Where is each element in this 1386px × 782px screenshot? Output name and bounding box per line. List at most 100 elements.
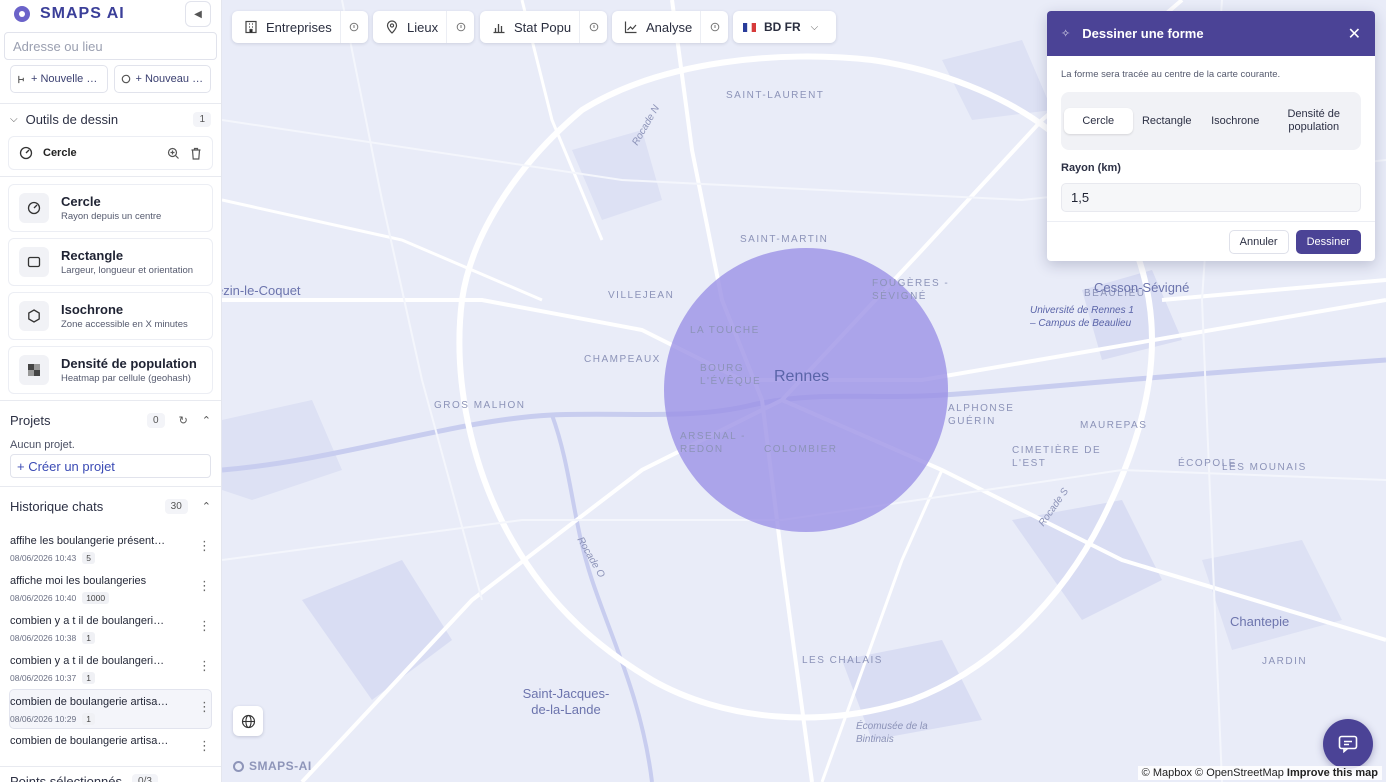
chat-title: affihe les boulangerie présent… (10, 535, 166, 547)
drawing-tools-title: Outils de dessin (25, 111, 119, 127)
bar-chart-icon (493, 24, 505, 34)
tool-circle[interactable]: Cercle Rayon depuis un centre (8, 184, 213, 232)
chat-history-item[interactable]: combien de boulangerie artisan… ⋮ (10, 729, 211, 769)
map-label: LA TOUCHE (690, 325, 760, 336)
logo-icon (233, 760, 244, 772)
chat-history-item[interactable]: affihe les boulangerie présent… 08/06/20… (10, 529, 211, 569)
more-options-icon[interactable]: ⋮ (198, 579, 211, 592)
drawn-shape-row[interactable]: Cercle (8, 136, 213, 170)
globe-icon (241, 714, 255, 728)
chat-history-item[interactable]: combien y a t il de boulangeri… 08/06/20… (10, 649, 211, 689)
map-label: FOUGÈRES - SÉVIGNÉ (872, 278, 950, 302)
base-label: BD FR (764, 20, 801, 34)
tool-rectangle[interactable]: Rectangle Largeur, longueur et orientatio… (8, 238, 213, 286)
chat-date: 08/06/2026 10:29 (10, 714, 77, 724)
map-label: ARSENAL - REDON (680, 431, 746, 455)
pin-icon[interactable] (579, 11, 607, 43)
more-options-icon[interactable]: ⋮ (198, 539, 211, 552)
tool-isochrone[interactable]: Isochrone Zone accessible en X minutes (8, 292, 213, 340)
radius-input[interactable]: 1,5 (1061, 183, 1361, 212)
town-label: Saint-Jacques-de-la-Lande (522, 686, 610, 717)
new-buttons-row: + Nouvelle … + Nouveau … (10, 65, 211, 93)
hexagon-tool-icon (19, 301, 49, 331)
trash-icon[interactable] (190, 147, 202, 160)
pin-icon[interactable] (700, 11, 728, 43)
chat-history-item[interactable]: combien y a t il de boulangeri… 08/06/20… (10, 609, 211, 649)
new-chat-button[interactable]: + Nouvelle … (10, 65, 108, 93)
more-options-icon[interactable]: ⋮ (198, 739, 211, 752)
circle-tool-icon (19, 193, 49, 223)
rectangle-tool-icon (19, 247, 49, 277)
chevron-down-icon: ⌵ (810, 21, 819, 33)
toolbar-analyse[interactable]: Analyse (612, 11, 729, 43)
projects-header[interactable]: Projets 0 ↻ ⌃ (0, 405, 221, 435)
map-label: CHAMPEAUX (584, 354, 661, 365)
globe-button[interactable] (233, 706, 263, 736)
chat-count-badge: 1 (82, 713, 95, 725)
radius-label: Rayon (km) (1061, 162, 1121, 174)
cancel-button[interactable]: Annuler (1228, 229, 1289, 254)
watermark-text: SMAPS-AI (249, 759, 312, 773)
osm-link[interactable]: © OpenStreetMap (1195, 767, 1284, 779)
map-pin-icon (386, 20, 398, 34)
chat-history-item[interactable]: affiche moi les boulangeries 08/06/2026 … (10, 569, 211, 609)
toolbar-stat-popu[interactable]: Stat Popu (480, 11, 608, 43)
city-label-rennes: Rennes (774, 368, 830, 385)
map-label: JARDIN (1262, 656, 1308, 667)
toolbar-entreprises[interactable]: Entreprises (232, 11, 368, 43)
toolbar-lieux[interactable]: Lieux (373, 11, 475, 43)
history-header[interactable]: Historique chats 30 ⌃ (0, 491, 221, 521)
dialog-title: Dessiner une forme (1082, 26, 1204, 41)
chevron-up-icon[interactable]: ⌃ (202, 500, 211, 513)
dialog-footer: Annuler Dessiner (1047, 221, 1375, 261)
divider (0, 400, 221, 401)
chat-date: 08/06/2026 10:40 (10, 593, 77, 603)
tool-subtitle: Heatmap par cellule (geohash) (61, 373, 191, 384)
chat-history-item-active[interactable]: combien de boulangerie artisan… 08/06/20… (9, 689, 212, 729)
town-label: ezin-le-Coquet (222, 283, 301, 298)
collapse-sidebar-button[interactable]: ◀ (185, 1, 211, 27)
improve-map-link[interactable]: Improve this map (1287, 767, 1378, 779)
chat-count-badge: 5 (82, 552, 95, 564)
selected-points-title: Points sélectionnés (10, 774, 123, 782)
open-chat-button[interactable] (1323, 719, 1373, 769)
projects-title: Projets (10, 412, 51, 428)
more-options-icon[interactable]: ⋮ (198, 619, 211, 632)
refresh-icon[interactable]: ↻ (179, 414, 188, 427)
more-options-icon[interactable]: ⋮ (198, 700, 211, 713)
address-search-input[interactable]: Adresse ou lieu (4, 32, 217, 60)
more-options-icon[interactable]: ⋮ (198, 659, 211, 672)
mapbox-link[interactable]: © Mapbox (1142, 767, 1192, 779)
draw-button[interactable]: Dessiner (1295, 229, 1361, 254)
drawing-tools-header[interactable]: ⌵ Outils de dessin 1 (0, 104, 221, 134)
pin-icon[interactable] (446, 11, 474, 43)
tool-density[interactable]: Densité de population Heatmap par cellule… (8, 346, 213, 394)
chat-date: 08/06/2026 10:38 (10, 633, 77, 643)
chat-count-badge: 1000 (82, 592, 110, 604)
drawn-shape-name: Cercle (43, 147, 77, 159)
selected-points-header[interactable]: Points sélectionnés 0/3 (0, 766, 221, 782)
base-selector[interactable]: BD FR ⌵ (733, 11, 837, 43)
new-project-button[interactable]: + Nouveau … (113, 65, 211, 93)
shape-option-circle[interactable]: Cercle (1064, 108, 1133, 134)
map-label: VILLEJEAN (608, 290, 675, 301)
chevron-down-icon: ⌵ (10, 113, 18, 125)
tool-title: Isochrone (61, 302, 124, 317)
toolbar-label: Stat Popu (514, 19, 572, 35)
history-count-badge: 30 (164, 498, 188, 514)
shape-option-rectangle[interactable]: Rectangle (1133, 108, 1202, 134)
shape-option-isochrone[interactable]: Isochrone (1201, 108, 1270, 134)
toolbar-label: Lieux (407, 19, 439, 35)
map-attribution: © Mapbox © OpenStreetMap Improve this ma… (1137, 766, 1382, 780)
shape-option-density[interactable]: Densité de population (1270, 108, 1359, 134)
zoom-to-icon[interactable] (167, 147, 180, 160)
chat-count-badge: 1 (82, 672, 95, 684)
map-label: MAUREPAS (1080, 420, 1148, 431)
create-project-button[interactable]: + Créer un projet (10, 454, 211, 478)
brand-name: SMAPS AI (40, 5, 125, 22)
chevron-up-icon[interactable]: ⌃ (202, 414, 211, 427)
pin-icon[interactable] (339, 11, 368, 43)
history-title: Historique chats (10, 498, 104, 514)
close-icon[interactable]: ✕ (1348, 24, 1361, 44)
toolbar-label: Entreprises (266, 19, 332, 35)
